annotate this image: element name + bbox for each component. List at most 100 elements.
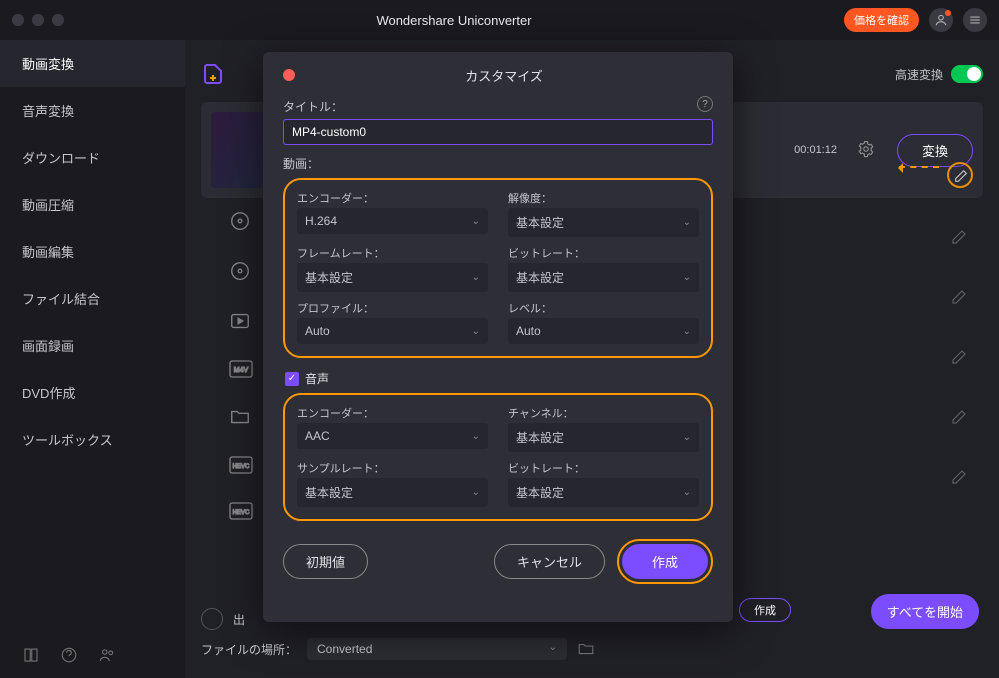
edit-preset-icon[interactable] [947, 162, 973, 188]
chevron-down-icon: ⌄ [472, 487, 480, 498]
reset-button[interactable]: 初期値 [283, 544, 368, 579]
select-value: 基本設定 [516, 484, 564, 501]
video-framerate-select[interactable]: 基本設定⌄ [297, 263, 488, 292]
location-select[interactable]: Converted ⌄ [307, 638, 567, 660]
audio-channel-select[interactable]: 基本設定⌄ [508, 423, 699, 452]
fast-convert-toggle[interactable] [951, 65, 983, 83]
checkbox-checked-icon: ✓ [285, 372, 299, 386]
hevc-icon[interactable]: HEVC [229, 502, 253, 520]
dialog-buttons: 初期値 キャンセル 作成 [283, 539, 713, 584]
location-label: ファイルの場所： [201, 641, 297, 658]
profile-label: プロファイル： [297, 300, 488, 316]
customize-dialog: カスタマイズ ? タイトル： 動画： エンコーダー： H.264⌄ 解像度： 基… [263, 52, 733, 622]
disc-icon[interactable] [229, 260, 253, 282]
app-title: Wondershare Uniconverter [64, 13, 844, 28]
output-label: 出 [233, 611, 245, 628]
video-settings-group: エンコーダー： H.264⌄ 解像度： 基本設定⌄ フレームレート： 基本設定⌄… [283, 178, 713, 358]
sidebar-item-video-compress[interactable]: 動画圧縮 [0, 181, 185, 228]
sidebar-item-toolbox[interactable]: ツールボックス [0, 416, 185, 463]
dialog-title: カスタマイズ [295, 66, 713, 85]
audio-bitrate-select[interactable]: 基本設定 ⌄ [508, 478, 699, 507]
account-icon[interactable] [929, 8, 953, 32]
title-input[interactable] [283, 119, 713, 145]
edit-icon[interactable] [950, 228, 970, 248]
maximize-window-icon[interactable] [52, 14, 64, 26]
encoder-label: エンコーダー： [297, 190, 488, 206]
callout-arrow [899, 166, 939, 168]
bitrate-label: ビットレート： [508, 245, 699, 261]
cancel-button[interactable]: キャンセル [494, 544, 605, 579]
minimize-window-icon[interactable] [32, 14, 44, 26]
disc-icon[interactable] [229, 210, 253, 232]
video-level-select[interactable]: Auto⌄ [508, 318, 699, 344]
audio-settings-group: エンコーダー： AAC⌄ チャンネル： 基本設定⌄ サンプルレート： 基本設定⌄… [283, 393, 713, 521]
channel-label: チャンネル： [508, 405, 699, 421]
sidebar-item-audio-convert[interactable]: 音声変換 [0, 87, 185, 134]
folder-icon[interactable] [229, 406, 253, 428]
video-encoder-select[interactable]: H.264 ⌄ [297, 208, 488, 234]
gear-icon[interactable] [857, 140, 877, 160]
sidebar-item-screen-record[interactable]: 画面録画 [0, 322, 185, 369]
level-label: レベル： [508, 300, 699, 316]
hevc-icon[interactable]: HEVC [229, 456, 253, 474]
samplerate-label: サンプルレート： [297, 460, 488, 476]
select-value: AAC [305, 429, 330, 443]
chevron-down-icon: ⌄ [472, 431, 480, 442]
resolution-label: 解像度： [508, 190, 699, 206]
people-icon[interactable] [98, 646, 116, 664]
sidebar-item-video-convert[interactable]: 動画変換 [0, 40, 185, 87]
audio-samplerate-select[interactable]: 基本設定 ⌄ [297, 478, 488, 507]
sidebar-item-download[interactable]: ダウンロード [0, 134, 185, 181]
menu-icon[interactable] [963, 8, 987, 32]
select-value: 基本設定 [516, 214, 564, 231]
open-folder-icon[interactable] [577, 640, 595, 658]
create-preset-button[interactable]: 作成 [739, 598, 791, 622]
location-value: Converted [317, 642, 372, 656]
chevron-down-icon: ⌄ [472, 216, 480, 227]
play-icon[interactable] [229, 310, 253, 332]
video-bitrate-select[interactable]: 基本設定⌄ [508, 263, 699, 292]
search-icon[interactable] [201, 608, 223, 630]
chevron-down-icon: ⌄ [683, 487, 691, 498]
framerate-label: フレームレート： [297, 245, 488, 261]
video-section-label: 動画： [283, 155, 713, 172]
duration-badge: 00:01:12 [794, 144, 837, 156]
select-value: 基本設定 [305, 484, 353, 501]
location-row: ファイルの場所： Converted ⌄ [201, 634, 983, 664]
audio-encoder-select[interactable]: AAC ⌄ [297, 423, 488, 449]
svg-text:HEVC: HEVC [233, 464, 250, 470]
check-price-button[interactable]: 価格を確認 [844, 8, 919, 32]
add-file-icon[interactable] [201, 62, 225, 86]
close-window-icon[interactable] [12, 14, 24, 26]
edit-icon[interactable] [950, 468, 970, 488]
chevron-down-icon: ⌄ [472, 326, 480, 337]
video-resolution-select[interactable]: 基本設定⌄ [508, 208, 699, 237]
audio-bitrate-label: ビットレート： [508, 460, 699, 476]
m4v-icon[interactable]: M4V [229, 360, 253, 378]
format-thumbs-column: M4V HEVC HEVC [229, 210, 253, 520]
dialog-close-icon[interactable] [283, 69, 295, 81]
format-rail [947, 162, 973, 488]
select-value: H.264 [305, 214, 337, 228]
titlebar: Wondershare Uniconverter 価格を確認 [0, 0, 999, 40]
select-value: Auto [305, 324, 330, 338]
book-icon[interactable] [22, 646, 40, 664]
help-icon[interactable]: ? [697, 96, 713, 112]
sidebar-item-file-merge[interactable]: ファイル結合 [0, 275, 185, 322]
audio-enable-checkbox[interactable]: ✓ 音声 [285, 370, 713, 387]
help-icon[interactable] [60, 646, 78, 664]
edit-icon[interactable] [950, 348, 970, 368]
start-all-button[interactable]: すべてを開始 [871, 594, 979, 629]
sidebar-item-video-edit[interactable]: 動画編集 [0, 228, 185, 275]
chevron-down-icon: ⌄ [683, 326, 691, 337]
chevron-down-icon: ⌄ [549, 642, 557, 656]
fast-convert-label: 高速変換 [895, 66, 943, 83]
edit-icon[interactable] [950, 408, 970, 428]
sidebar-item-dvd[interactable]: DVD作成 [0, 369, 185, 416]
create-button[interactable]: 作成 [622, 544, 708, 579]
video-profile-select[interactable]: Auto ⌄ [297, 318, 488, 344]
select-value: 基本設定 [516, 429, 564, 446]
edit-icon[interactable] [950, 288, 970, 308]
window-controls[interactable] [12, 14, 64, 26]
chevron-down-icon: ⌄ [472, 272, 480, 283]
